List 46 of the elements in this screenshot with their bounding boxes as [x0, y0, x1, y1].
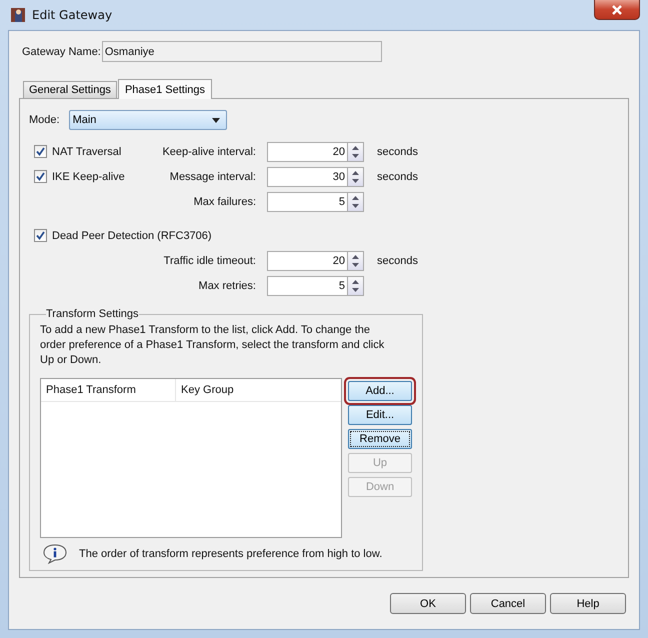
number-field[interactable]: 20: [267, 250, 347, 270]
dialog-button[interactable]: Cancel: [470, 593, 546, 614]
spinner-buttons[interactable]: [347, 192, 364, 212]
mode-label: Mode:: [29, 114, 60, 126]
unit-label: seconds: [377, 170, 418, 182]
close-button[interactable]: [594, 0, 640, 20]
check-icon: [36, 172, 45, 181]
close-icon: [611, 4, 623, 14]
unit-label: seconds: [377, 146, 418, 158]
list-button[interactable]: Remove: [348, 429, 412, 449]
description-text: To add a new Phase1 Transform to the list, click Add. To change the order preference of a Phase1 Transform, select the transform and click Up or Down.: [40, 323, 386, 368]
spinner-buttons[interactable]: [347, 142, 364, 162]
field-label: Max failures:: [192, 196, 256, 208]
checkbox[interactable]: Dead Peer Detection (RFC3706): [34, 229, 212, 242]
spinner-buttons[interactable]: [347, 276, 364, 296]
caret-icon: [212, 118, 220, 122]
info-icon: [43, 544, 67, 564]
column-header[interactable]: Phase1 Transform: [41, 379, 176, 401]
checkbox[interactable]: IKE Keep-alive: [34, 170, 152, 183]
unit-label: seconds: [377, 254, 418, 266]
field-label: Message interval:: [168, 170, 256, 182]
window-title: Edit Gateway: [32, 8, 112, 22]
field-label: Keep-alive interval:: [161, 146, 256, 158]
checkbox[interactable]: NAT Traversal: [34, 145, 152, 158]
check-icon: [36, 147, 45, 156]
spinner-buttons[interactable]: [347, 166, 364, 186]
number-field[interactable]: 5: [267, 276, 347, 296]
app-icon: [10, 7, 26, 23]
list-button[interactable]: Edit...: [348, 405, 412, 425]
mode-dropdown[interactable]: Main: [68, 110, 227, 130]
spinner-buttons[interactable]: [347, 250, 364, 270]
column-header[interactable]: Key Group: [176, 379, 234, 401]
check-icon: [36, 231, 45, 240]
dialog-button[interactable]: OK: [390, 593, 466, 614]
number-field[interactable]: 5: [267, 192, 347, 212]
gateway-name-field[interactable]: Osmaniye: [102, 41, 382, 62]
gateway-name-label: Gateway Name:: [22, 46, 101, 58]
field-label: Max retries:: [198, 280, 256, 292]
number-field[interactable]: 30: [267, 166, 347, 186]
number-field[interactable]: 20: [267, 142, 347, 162]
tab[interactable]: Phase1 Settings: [118, 79, 212, 99]
group-title: Transform Settings: [46, 308, 139, 320]
field-label: Traffic idle timeout:: [162, 254, 256, 266]
tab[interactable]: General Settings: [23, 81, 117, 98]
dialog-button[interactable]: Help: [550, 593, 626, 614]
note-text: The order of transform represents preference from high to low.: [79, 548, 382, 560]
